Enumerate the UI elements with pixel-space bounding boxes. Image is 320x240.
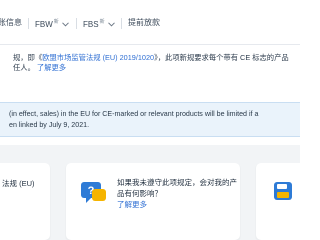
new-badge: 新 (99, 19, 105, 25)
nav-item-account-info[interactable]: 账信息 (0, 0, 22, 45)
regulation-card[interactable]: 法规 (EU) (0, 163, 50, 240)
learn-more-link[interactable]: 了解更多 (117, 199, 237, 210)
save-icon (274, 182, 292, 200)
intro-text: 》，此项新规要求每个带有 CE 标志的产品 (154, 53, 289, 62)
banner-line: en linked by July 9, 2021. (9, 121, 90, 129)
nav-divider (76, 18, 77, 29)
compliance-impact-card[interactable]: ? 如果我未遵守此项规定，会对我的产品有何影响？ 了解更多 (66, 163, 240, 240)
nav-divider (28, 18, 29, 29)
intro-text: 任人。 (13, 63, 35, 72)
regulation-link[interactable]: 欧盟市场监管法规 (EU) 2019/1020 (42, 53, 154, 62)
learn-more-link[interactable]: 了解更多 (37, 63, 66, 72)
nav-item-label: FBW (35, 20, 53, 29)
intro-line-2: 任人。 了解更多 (13, 63, 290, 73)
intro-line-1: 规，即《欧盟市场监管法规 (EU) 2019/1020》，此项新规要求每个带有 … (13, 53, 290, 63)
card-text: 如果我未遵守此项规定，会对我的产品有何影响？ 了解更多 (117, 177, 237, 210)
svg-text:?: ? (88, 185, 95, 197)
card-title: 法规 (EU) (2, 179, 35, 188)
info-card[interactable] (256, 163, 300, 240)
banner-text: (in effect, sales) in the EU for CE-mark… (9, 109, 258, 131)
info-banner: (in effect, sales) in the EU for CE-mark… (0, 102, 300, 137)
nav-item-label: FBS (83, 20, 99, 29)
question-icon: ? (81, 182, 106, 203)
intro-text: 规，即《 (13, 53, 43, 62)
card-question: 如果我未遵守此项规定，会对我的产品有何影响？ (117, 178, 237, 198)
nav-item-label: 提前放款 (128, 18, 160, 27)
nav-item-early-payout[interactable]: 提前放款 (128, 0, 160, 45)
nav-item-label: 账信息 (0, 18, 22, 27)
content-area: 法规 (EU) ? 如果我未遵守此项规定，会对我的产品有何影响？ 了解更多 (0, 145, 300, 240)
intro-paragraph: 规，即《欧盟市场监管法规 (EU) 2019/1020》，此项新规要求每个带有 … (0, 46, 300, 73)
new-badge: 新 (53, 19, 59, 25)
nav-item-fbw[interactable]: FBW新 (35, 0, 69, 45)
banner-line: (in effect, sales) in the EU for CE-mark… (9, 110, 259, 118)
nav-divider (121, 18, 122, 29)
top-navigation: 账信息 FBW新 FBS新 提前放款 (0, 0, 300, 45)
page: 账信息 FBW新 FBS新 提前放款 规，即《欧盟市场监管法规 (EU) 201… (0, 0, 300, 240)
chevron-down-icon (107, 22, 115, 27)
chevron-down-icon (61, 22, 69, 27)
nav-item-fbs[interactable]: FBS新 (83, 0, 115, 45)
